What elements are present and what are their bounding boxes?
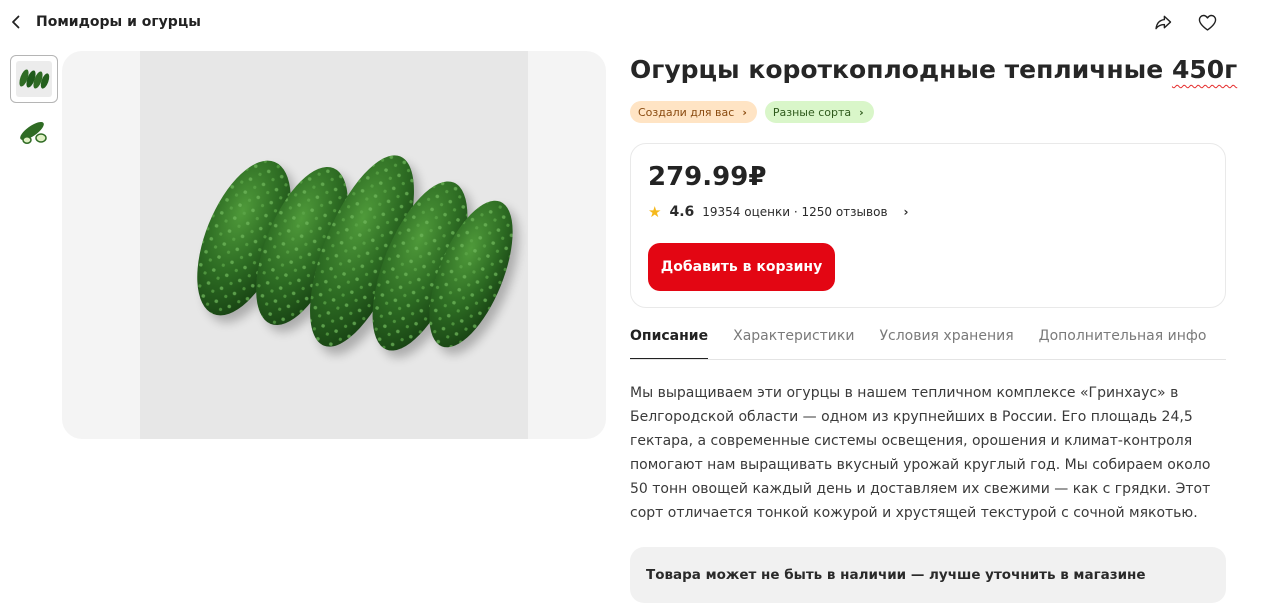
heart-icon — [1198, 14, 1216, 31]
tab-characteristics[interactable]: Характеристики — [733, 324, 854, 359]
chevron-right-icon: › — [859, 105, 864, 119]
product-price: 279.99₽ — [648, 162, 767, 192]
thumbnail-list — [10, 55, 58, 163]
tab-additional-info[interactable]: Дополнительная инфо — [1039, 324, 1207, 359]
cucumbers-image — [197, 155, 519, 358]
chevron-right-icon: › — [903, 205, 909, 219]
product-weight: 450г — [1171, 55, 1238, 84]
product-description: Мы выращиваем эти огурцы в нашем тепличн… — [630, 385, 1211, 521]
chevron-left-icon — [12, 15, 20, 29]
thumbnail-2[interactable] — [10, 109, 58, 157]
product-photo — [140, 51, 528, 439]
favorite-button[interactable] — [1193, 8, 1221, 36]
add-to-cart-button[interactable]: Добавить в корзину — [648, 243, 835, 291]
back-button[interactable]: Помидоры и огурцы — [8, 10, 201, 34]
chip-label: Создали для вас — [638, 105, 735, 119]
share-icon — [1154, 15, 1171, 29]
chip-created-for-you[interactable]: Создали для вас › — [630, 101, 757, 123]
tab-description[interactable]: Описание — [630, 324, 709, 359]
product-info: Огурцы короткоплодные тепличные 450г Соз… — [630, 51, 1237, 525]
top-actions — [1149, 8, 1221, 36]
top-bar: Помидоры и огурцы — [0, 0, 1265, 44]
product-chips: Создали для вас › Разные сорта › — [630, 101, 1226, 123]
back-label: Помидоры и огурцы — [36, 14, 201, 30]
cucumbers-thumbnail-image — [16, 61, 52, 97]
thumbnail-1[interactable] — [10, 55, 58, 103]
rating-score: 4.6 — [669, 204, 695, 220]
star-icon: ★ — [648, 203, 662, 221]
product-gallery[interactable] — [62, 51, 606, 439]
tab-storage-conditions[interactable]: Условия хранения — [879, 324, 1013, 359]
buy-box: 279.99₽ ★ 4.6 19354 оценки · 1250 отзыво… — [630, 143, 1226, 308]
product-title: Огурцы короткоплодные тепличные 450г — [630, 51, 1237, 89]
availability-notice: Товара может не быть в наличии — лучше у… — [630, 547, 1226, 603]
chevron-right-icon: › — [742, 105, 747, 119]
rating-summary: 19354 оценки · 1250 отзывов — [702, 205, 888, 219]
product-name: Огурцы короткоплодные тепличные — [630, 55, 1164, 84]
product-tabs: Описание Характеристики Условия хранения… — [630, 324, 1226, 360]
sliced-cucumber-thumbnail-image — [20, 121, 47, 144]
rating-link[interactable]: ★ 4.6 19354 оценки · 1250 отзывов › — [648, 203, 908, 221]
chip-label: Разные сорта — [772, 105, 852, 119]
share-button[interactable] — [1149, 8, 1177, 36]
chip-different-varieties[interactable]: Разные сорта › — [764, 101, 874, 123]
